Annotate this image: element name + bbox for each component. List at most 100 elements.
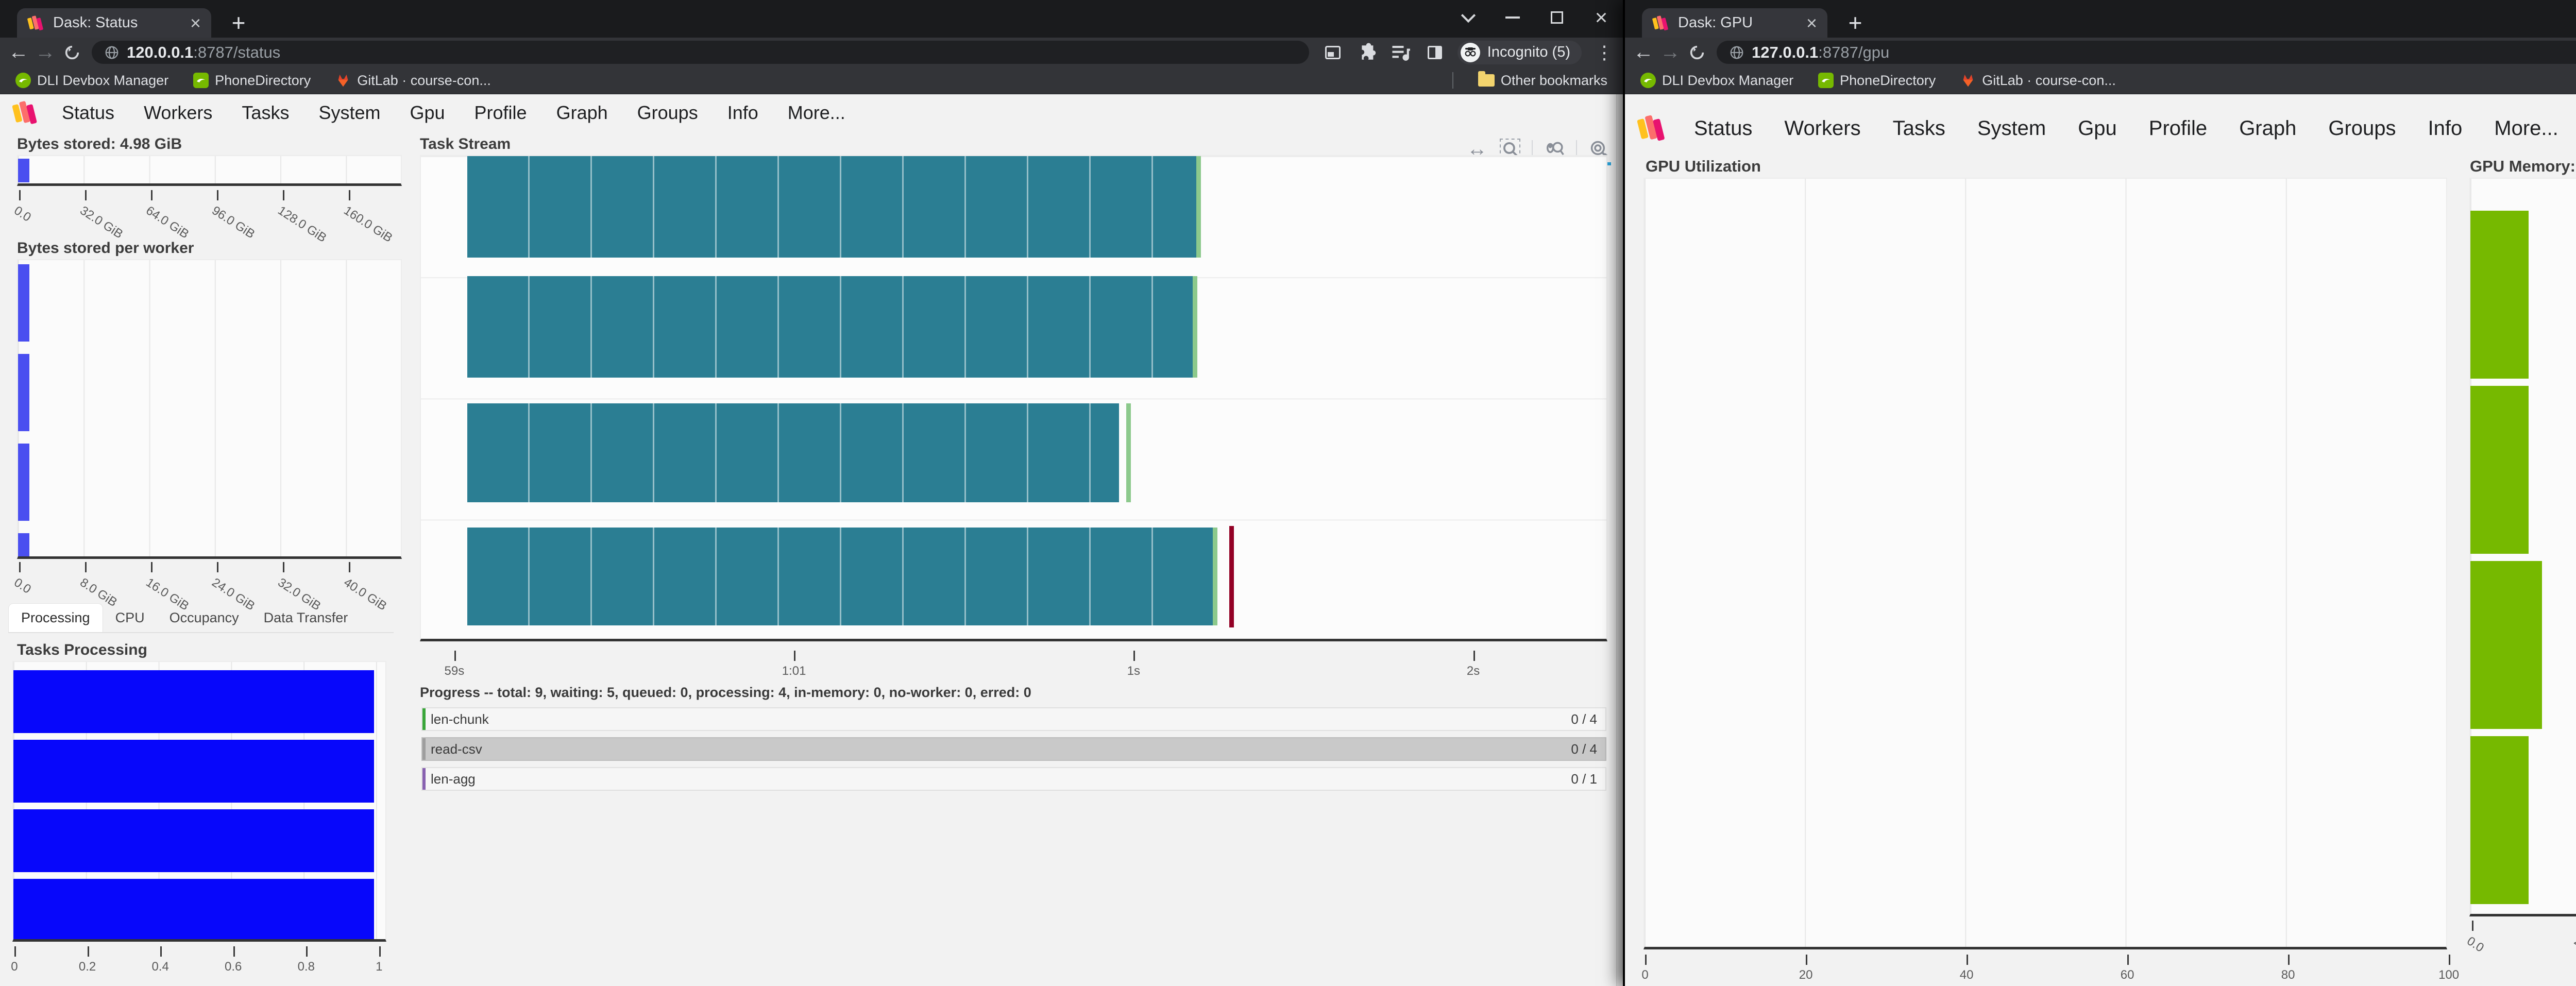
bookmark-dli-devbox[interactable]: DLI Devbox Manager: [15, 73, 168, 89]
new-tab-button[interactable]: [227, 11, 250, 35]
bytes-per-worker-chart[interactable]: [17, 259, 402, 559]
nav-item-gpu[interactable]: Gpu: [2078, 117, 2117, 140]
incognito-label: Incognito (5): [1487, 44, 1570, 61]
gpu-utilization-chart[interactable]: [1643, 178, 2447, 949]
incognito-badge[interactable]: Incognito (5): [1458, 41, 1582, 64]
browser-tab-status[interactable]: Dask: Status: [17, 8, 211, 38]
gpu-utilization-title: GPU Utilization: [1646, 157, 1761, 176]
picture-in-picture-icon[interactable]: [1321, 41, 1344, 64]
tasks-processing-axis: 00.20.40.60.81: [12, 946, 386, 986]
address-bar[interactable]: 127.0.0.1:8787/gpu: [1717, 41, 2576, 64]
forward-button[interactable]: [1657, 39, 1684, 66]
tab-processing[interactable]: Processing: [8, 603, 103, 632]
progress-row-len-chunk: len-chunk 0 / 4: [421, 707, 1606, 731]
media-controls-icon[interactable]: [1389, 41, 1412, 64]
status-subtabs: Processing CPU Occupancy Data Transfer: [8, 603, 394, 633]
dask-favicon-icon: [1652, 13, 1670, 33]
tasks-processing-chart[interactable]: [12, 661, 386, 942]
dask-navbar: Status Workers Tasks System Gpu Profile …: [1625, 105, 2576, 152]
tab-strip: Dask: Status: [0, 0, 1623, 38]
gpu-memory-chart[interactable]: [2469, 178, 2576, 916]
back-button[interactable]: [5, 39, 32, 66]
nav-item-profile[interactable]: Profile: [2149, 117, 2207, 140]
bookmark-dli-devbox[interactable]: DLI Devbox Manager: [1640, 73, 1793, 89]
nav-item-groups[interactable]: Groups: [2328, 117, 2396, 140]
nav-item-more[interactable]: More...: [788, 102, 845, 124]
tab-occupancy[interactable]: Occupancy: [157, 603, 251, 632]
nav-item-status[interactable]: Status: [62, 102, 114, 124]
browser-toolbar: 127.0.0.1:8787/gpu Incognito (5): [1625, 38, 2576, 67]
site-info-globe-icon[interactable]: [104, 45, 120, 60]
tab-close-icon[interactable]: [1806, 14, 1817, 32]
url-text: 127.0.0.1:8787/gpu: [1752, 43, 1889, 62]
task-stream-title: Task Stream: [420, 135, 511, 153]
scrollbar[interactable]: [1616, 94, 1623, 986]
dask-gpu-page: Status Workers Tasks System Gpu Profile …: [1625, 94, 2576, 986]
address-bar[interactable]: 120.0.0.1:8787/status: [92, 41, 1309, 64]
incognito-icon: [1461, 43, 1480, 62]
nav-item-tasks[interactable]: Tasks: [242, 102, 289, 124]
tab-close-icon[interactable]: [190, 14, 201, 32]
new-tab-button[interactable]: [1843, 11, 1867, 35]
site-info-globe-icon[interactable]: [1729, 45, 1744, 60]
nav-item-gpu[interactable]: Gpu: [410, 102, 445, 124]
tab-title: Dask: GPU: [1678, 14, 1798, 31]
progress-task-name: read-csv: [431, 741, 482, 757]
nav-item-workers[interactable]: Workers: [144, 102, 212, 124]
bookmark-phonedirectory[interactable]: PhoneDirectory: [1818, 73, 1936, 89]
bookmark-phonedirectory[interactable]: PhoneDirectory: [193, 73, 311, 89]
nav-item-graph[interactable]: Graph: [2239, 117, 2296, 140]
side-panel-icon[interactable]: [1423, 41, 1446, 64]
dask-logo-icon[interactable]: [12, 97, 39, 128]
nav-item-workers[interactable]: Workers: [1784, 117, 1860, 140]
tab-title: Dask: Status: [53, 14, 182, 31]
browser-window-gpu: Dask: GPU 127.0.0.1:8787/gpu: [1625, 0, 2576, 986]
reload-button[interactable]: [1684, 39, 1710, 66]
gpu-utilization-axis: 020406080100: [1643, 955, 2447, 986]
url-path: :8787/gpu: [1818, 43, 1889, 61]
folder-icon: [1478, 74, 1495, 87]
task-stream-chart[interactable]: [420, 155, 1607, 641]
url-text: 120.0.0.1:8787/status: [127, 43, 280, 62]
maximize-button[interactable]: [1544, 4, 1570, 31]
nav-item-status[interactable]: Status: [1694, 117, 1752, 140]
back-button[interactable]: [1630, 39, 1657, 66]
progress-row-len-agg: len-agg 0 / 1: [421, 767, 1606, 791]
progress-row-read-csv: read-csv 0 / 4: [421, 737, 1606, 761]
browser-menu-icon[interactable]: [1593, 41, 1616, 64]
nav-item-system[interactable]: System: [1977, 117, 2046, 140]
browser-window-status: Dask: Status 120.0.0.1:8787/status: [0, 0, 1623, 986]
window-close-button[interactable]: [1588, 4, 1615, 31]
bookmark-gitlab[interactable]: GitLab · course-con...: [335, 73, 491, 89]
nav-item-profile[interactable]: Profile: [474, 102, 527, 124]
nav-item-groups[interactable]: Groups: [637, 102, 698, 124]
nav-item-info[interactable]: Info: [2428, 117, 2463, 140]
tab-cpu[interactable]: CPU: [103, 603, 157, 632]
dask-logo-icon[interactable]: [1637, 111, 1667, 145]
reload-button[interactable]: [59, 39, 86, 66]
browser-toolbar: 120.0.0.1:8787/status Incognito (5): [0, 38, 1623, 67]
nav-item-more[interactable]: More...: [2494, 117, 2558, 140]
tab-search-chevron-icon[interactable]: [1455, 4, 1482, 31]
other-bookmarks-button[interactable]: Other bookmarks: [1478, 73, 1607, 89]
bookmark-gitlab[interactable]: GitLab · course-con...: [1960, 73, 2116, 89]
nav-item-tasks[interactable]: Tasks: [1893, 117, 1945, 140]
nav-item-info[interactable]: Info: [727, 102, 758, 124]
minimize-button[interactable]: [1499, 4, 1526, 31]
forward-button[interactable]: [32, 39, 59, 66]
url-host: 127.0.0.1: [1752, 43, 1818, 61]
bookmarks-bar: DLI Devbox Manager PhoneDirectory GitLab…: [1625, 67, 2576, 94]
gpu-memory-title: GPU Memory: 4.67 GiB / 60.00 GiB: [2470, 157, 2576, 176]
progress-summary: Progress -- total: 9, waiting: 5, queued…: [420, 685, 1031, 701]
nav-item-graph[interactable]: Graph: [556, 102, 608, 124]
bookmarks-bar: DLI Devbox Manager PhoneDirectory GitLab…: [0, 67, 1623, 94]
url-host: 120.0.0.1: [127, 43, 193, 61]
browser-tab-gpu[interactable]: Dask: GPU: [1642, 8, 1827, 38]
tab-data-transfer[interactable]: Data Transfer: [251, 603, 361, 632]
extensions-puzzle-icon[interactable]: [1355, 41, 1378, 64]
task-stream-axis: 59s1:011s2s: [420, 651, 1607, 712]
progress-task-name: len-agg: [431, 771, 476, 787]
bytes-stored-chart[interactable]: [17, 155, 402, 186]
dask-favicon-icon: [27, 13, 45, 33]
nav-item-system[interactable]: System: [318, 102, 380, 124]
